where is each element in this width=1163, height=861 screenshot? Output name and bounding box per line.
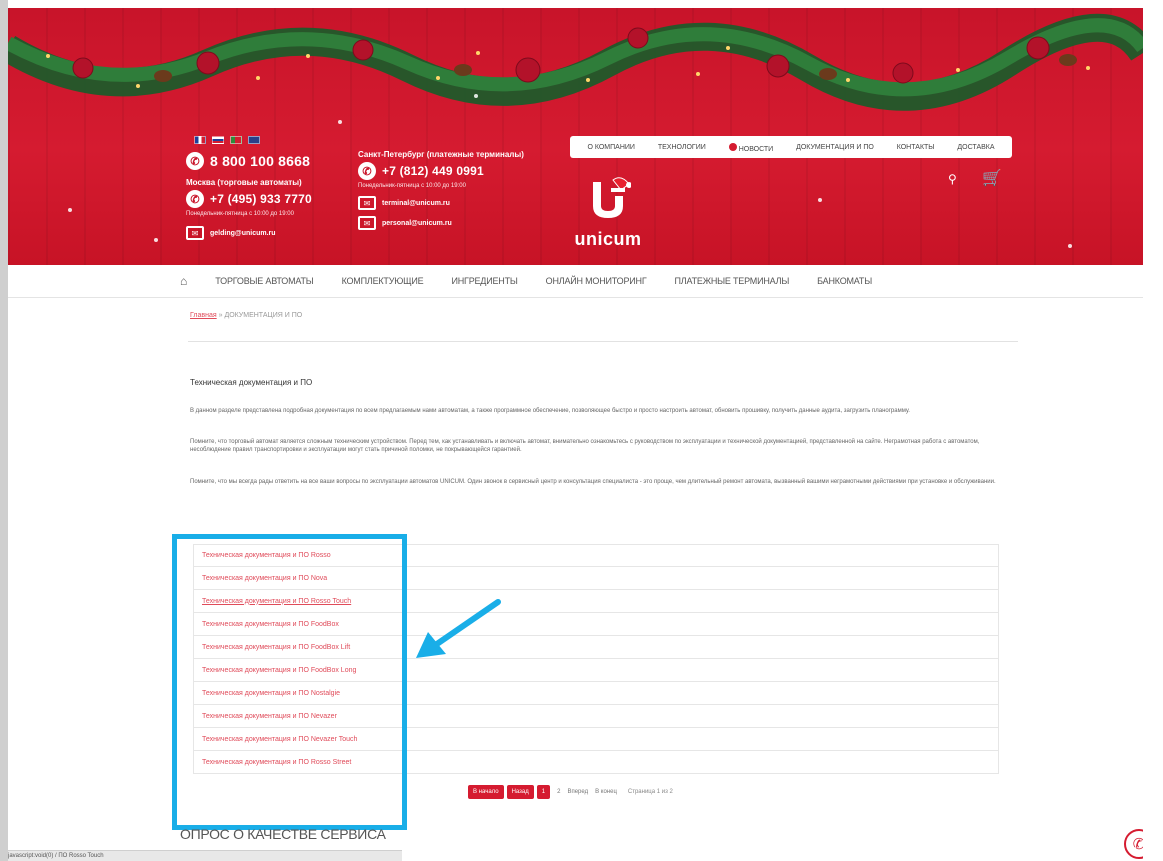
moscow-hours: Понедельник-пятница с 10:00 до 19:00: [186, 211, 294, 217]
phone-icon: ✆: [358, 162, 376, 180]
nav-ingredients[interactable]: ИНГРЕДИЕНТЫ: [451, 276, 517, 286]
mail-icon: ✉: [358, 196, 376, 210]
christmas-garland-decoration: [8, 13, 1143, 111]
spb-phone[interactable]: +7 (812) 449 0991: [382, 164, 484, 178]
breadcrumb-current: ДОКУМЕНТАЦИЯ И ПО: [224, 312, 303, 319]
snowflake: [338, 120, 342, 124]
contacts-moscow: ✆ 8 800 100 8668 Москва (торговые автома…: [186, 150, 356, 242]
nav-vending-machines[interactable]: ТОРГОВЫЕ АВТОМАТЫ: [215, 276, 314, 286]
home-icon[interactable]: ⌂: [180, 274, 187, 288]
phone-icon: ✆: [186, 190, 204, 208]
spb-email1-row: ✉ terminal@unicum.ru: [358, 196, 528, 210]
breadcrumb-divider: [188, 341, 1018, 342]
warning-paragraph: Помните, что торговый автомат является с…: [190, 439, 980, 453]
topnav-about[interactable]: О КОМПАНИИ: [587, 144, 634, 151]
pager-first-button[interactable]: В начало: [468, 785, 504, 799]
mail-icon: ✉: [186, 226, 204, 240]
spb-label: Санкт-Петербург (платежные терминалы): [358, 150, 524, 159]
site-header: ✆ 8 800 100 8668 Москва (торговые автома…: [8, 8, 1143, 265]
main-phone-row: ✆ 8 800 100 8668: [186, 152, 356, 170]
flag-fr-icon[interactable]: [194, 136, 206, 144]
nav-atms[interactable]: БАНКОМАТЫ: [817, 276, 872, 286]
contacts-spb: Санкт-Петербург (платежные терминалы) ✆ …: [358, 150, 528, 232]
moscow-email[interactable]: gelding@unicum.ru: [210, 230, 276, 237]
main-phone[interactable]: 8 800 100 8668: [210, 153, 310, 169]
spb-email-personal[interactable]: personal@unicum.ru: [382, 220, 452, 227]
phone-icon: ✆: [186, 152, 204, 170]
search-icon[interactable]: ⚲: [948, 172, 957, 186]
mail-icon: ✉: [358, 216, 376, 230]
snowflake: [154, 238, 158, 242]
nav-divider: [8, 297, 1143, 298]
moscow-phone[interactable]: +7 (495) 933 7770: [210, 192, 312, 206]
flag-pt-icon[interactable]: [230, 136, 242, 144]
moscow-label: Москва (торговые автоматы): [186, 178, 302, 187]
topnav-news-wrapper: НОВОСТИ: [728, 138, 774, 156]
main-navigation: ⌂ ТОРГОВЫЕ АВТОМАТЫ КОМПЛЕКТУЮЩИЕ ИНГРЕД…: [180, 270, 980, 292]
snowflake: [474, 94, 478, 98]
unicum-logo-icon: [593, 177, 632, 218]
logo-text: unicum: [574, 229, 642, 249]
spb-email-terminal[interactable]: terminal@unicum.ru: [382, 200, 450, 207]
topnav-delivery[interactable]: ДОСТАВКА: [957, 144, 994, 151]
topnav-technologies[interactable]: ТЕХНОЛОГИИ: [658, 144, 706, 151]
pager-last-link[interactable]: В конец: [591, 789, 621, 795]
pager-page-2[interactable]: 2: [553, 789, 564, 795]
pager-next-link[interactable]: Вперед: [567, 789, 588, 795]
flag-en-icon[interactable]: [248, 136, 260, 144]
window-left-edge: [0, 0, 8, 861]
nav-payment-terminals[interactable]: ПЛАТЕЖНЫЕ ТЕРМИНАЛЫ: [675, 276, 790, 286]
spb-phone-row: ✆ +7 (812) 449 0991: [358, 162, 528, 180]
browser-status-bar: javascript:void(0) / ПО Rosso Touch: [0, 850, 402, 861]
breadcrumb-home[interactable]: Главная: [190, 312, 217, 319]
top-navigation: О КОМПАНИИ ТЕХНОЛОГИИ НОВОСТИ ДОКУМЕНТАЦ…: [570, 136, 1012, 158]
spb-email2-row: ✉ personal@unicum.ru: [358, 216, 528, 230]
site-logo[interactable]: unicum: [568, 176, 648, 256]
support-paragraph: Помните, что мы всегда рады ответить на …: [190, 479, 996, 485]
nav-online-monitoring[interactable]: ОНЛАЙН МОНИТОРИНГ: [546, 276, 647, 286]
pager-prev-button[interactable]: Назад: [506, 785, 534, 799]
pager-page-1[interactable]: 1: [536, 785, 551, 799]
language-flags: [194, 136, 260, 144]
page-title: Техническая документация и ПО: [190, 378, 313, 387]
snowflake: [68, 208, 72, 212]
snowflake: [818, 198, 822, 202]
moscow-email-row: ✉ gelding@unicum.ru: [186, 226, 356, 240]
snowflake: [1068, 244, 1072, 248]
pager-info: Страница 1 из 2: [627, 789, 673, 795]
survey-heading: ОПРОС О КАЧЕСТВЕ СЕРВИСА: [180, 826, 386, 842]
spb-hours: Понедельник-пятница с 10:00 до 19:00: [358, 183, 466, 189]
cart-icon[interactable]: 🛒: [982, 168, 1002, 188]
moscow-phone-row: ✆ +7 (495) 933 7770: [186, 190, 356, 208]
topnav-docs[interactable]: ДОКУМЕНТАЦИЯ И ПО: [796, 144, 874, 151]
topnav-contacts[interactable]: КОНТАКТЫ: [897, 144, 935, 151]
pagination: В начало Назад 1 2 Вперед В конец Страни…: [468, 785, 673, 799]
annotation-arrow-icon: [416, 599, 501, 658]
flag-ru-icon[interactable]: [212, 136, 224, 144]
annotation-highlight-box: [172, 534, 407, 830]
intro-paragraph: В данном разделе представлена подробная …: [190, 408, 910, 414]
breadcrumb: Главная » ДОКУМЕНТАЦИЯ И ПО: [190, 312, 302, 319]
nav-components[interactable]: КОМПЛЕКТУЮЩИЕ: [342, 276, 424, 286]
news-badge-icon: [728, 142, 737, 151]
topnav-news[interactable]: НОВОСТИ: [739, 146, 774, 153]
window-right-edge: [1143, 0, 1163, 861]
window-top-edge: [0, 0, 1163, 8]
